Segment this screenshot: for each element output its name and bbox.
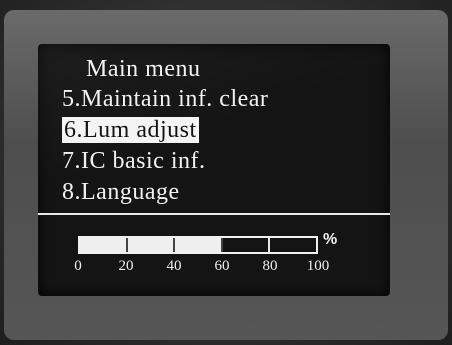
luminance-segment-divider [267,238,270,252]
luminance-unit-label: % [323,231,338,248]
device-photo: Main menu 5.Maintain inf. clear 6.Lum ad… [0,0,452,345]
luminance-segment-divider [126,238,129,252]
lcd-screen: Main menu 5.Maintain inf. clear 6.Lum ad… [38,44,390,296]
menu-item-maintain-inf-clear[interactable]: 5.Maintain inf. clear [62,86,268,112]
luminance-level-fill [80,238,222,252]
luminance-tick-label: 0 [74,258,82,274]
luminance-tick-label: 60 [214,258,230,274]
menu-item-language[interactable]: 8.Language [62,179,180,205]
luminance-tick-label: 100 [306,258,330,274]
menu-divider [38,213,390,215]
menu-item-lum-adjust[interactable]: 6.Lum adjust [62,117,199,143]
luminance-tick-label: 20 [118,258,134,274]
luminance-tick-label: 40 [166,258,182,274]
luminance-slider[interactable] [78,236,318,254]
luminance-segment-divider [173,238,176,252]
menu-item-ic-basic-inf[interactable]: 7.IC basic inf. [62,148,205,174]
menu-title: Main menu [86,56,201,82]
luminance-tick-label: 80 [262,258,278,274]
luminance-segment-divider [220,238,223,252]
